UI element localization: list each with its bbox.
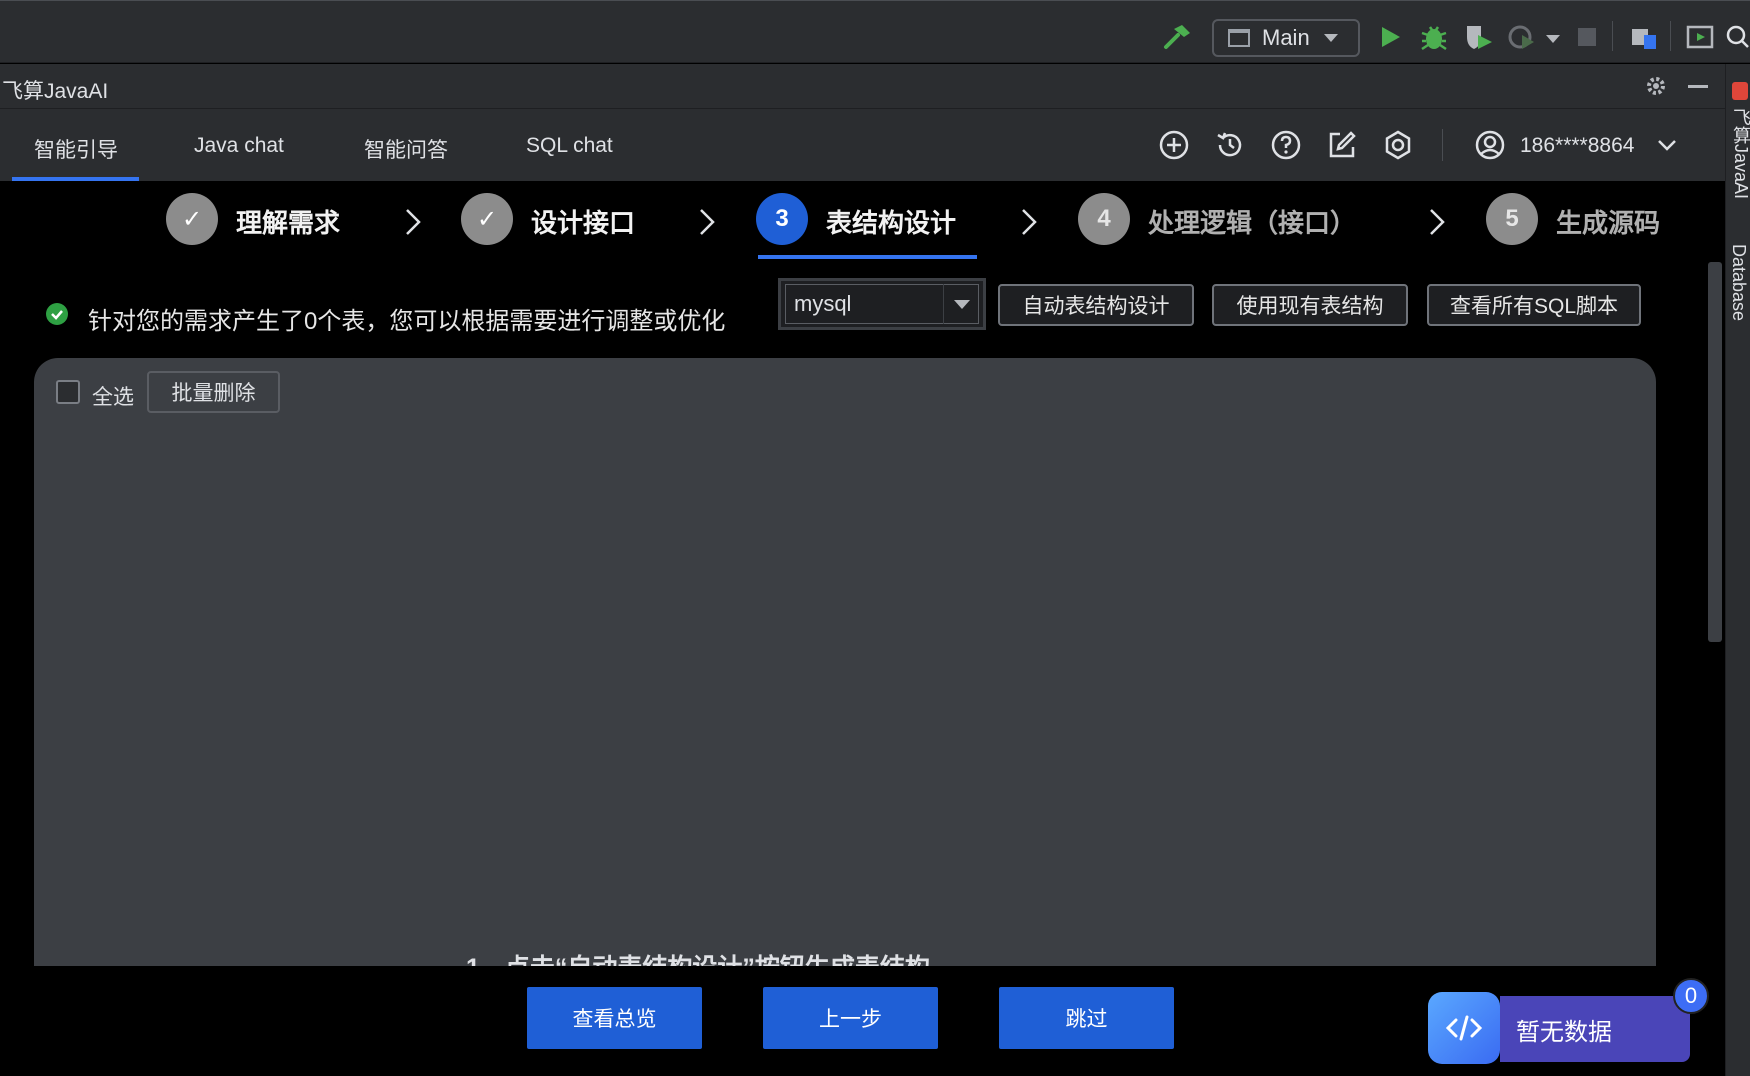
step-2-label[interactable]: 设计接口 xyxy=(531,203,635,240)
stop-icon[interactable] xyxy=(1578,28,1596,46)
info-row: 针对您的需求产生了0个表，您可以根据需要进行调整或优化 mysql 自动表结构设… xyxy=(0,275,1710,335)
step-3-number: 3 xyxy=(756,193,808,245)
plugin-logo-icon xyxy=(1732,82,1748,100)
right-tool-stripe: 飞算JavaAI Database xyxy=(1725,64,1750,1076)
history-icon[interactable] xyxy=(1214,129,1246,161)
step-1-label[interactable]: 理解需求 xyxy=(236,203,340,240)
step-4-label[interactable]: 处理逻辑（接口） xyxy=(1148,203,1356,240)
build-hammer-icon[interactable] xyxy=(1162,23,1194,51)
step-2-check-icon: ✓ xyxy=(461,193,513,245)
plugin-title-bar: 飞算JavaAI xyxy=(0,64,1725,109)
nav-divider xyxy=(1442,129,1443,161)
use-existing-button[interactable]: 使用现有表结构 xyxy=(1212,284,1408,326)
select-all-checkbox[interactable] xyxy=(56,380,80,404)
plugin-title: 飞算JavaAI xyxy=(2,80,109,103)
active-step-indicator xyxy=(758,255,977,259)
step-5-label[interactable]: 生成源码 xyxy=(1556,203,1660,240)
search-icon[interactable] xyxy=(1724,23,1750,51)
user-phone[interactable]: 186****8864 xyxy=(1520,134,1634,158)
help-icon[interactable] xyxy=(1270,129,1302,161)
view-sql-button[interactable]: 查看所有SQL脚本 xyxy=(1427,284,1641,326)
view-overview-button[interactable]: 查看总览 xyxy=(527,987,702,1049)
chevron-right-icon xyxy=(700,209,715,235)
user-avatar-icon[interactable] xyxy=(1474,129,1506,161)
vertical-scrollbar[interactable] xyxy=(1708,262,1722,642)
auto-design-button[interactable]: 自动表结构设计 xyxy=(998,284,1194,326)
tab-smart-guide[interactable]: 智能引导 xyxy=(34,134,118,164)
hint-text: 1、点击“自动表结构设计”按钮生成表结构 xyxy=(466,948,930,966)
chevron-down-icon[interactable] xyxy=(1546,35,1560,43)
nav-bar: 智能引导 Java chat 智能问答 SQL chat 186****8864 xyxy=(0,109,1725,181)
tab-smart-qa[interactable]: 智能问答 xyxy=(364,134,448,164)
chevron-down-icon[interactable] xyxy=(1656,129,1678,161)
add-circle-icon[interactable] xyxy=(1158,129,1190,161)
presentation-mode-icon[interactable] xyxy=(1686,23,1714,51)
settings-hexagon-icon[interactable] xyxy=(1382,129,1414,161)
coverage-shield-icon[interactable] xyxy=(1464,23,1494,51)
minimize-icon[interactable] xyxy=(1688,85,1708,88)
stripe-item-plugin[interactable]: 飞算JavaAI xyxy=(1728,108,1750,199)
project-structure-icon[interactable] xyxy=(1630,23,1658,51)
run-config-label: Main xyxy=(1262,25,1310,50)
step-5-number: 5 xyxy=(1486,193,1538,245)
wizard-steps: ✓ 理解需求 ✓ 设计接口 3 表结构设计 4 处理逻辑（接口） 5 生成源码 xyxy=(0,181,1710,261)
previous-step-button[interactable]: 上一步 xyxy=(763,987,938,1049)
chevron-right-icon xyxy=(1022,209,1037,235)
tab-sql-chat[interactable]: SQL chat xyxy=(526,134,613,158)
code-icon[interactable] xyxy=(1428,992,1500,1064)
run-config-selector[interactable]: Main xyxy=(1212,19,1360,57)
debug-bug-icon[interactable] xyxy=(1420,23,1448,51)
chevron-right-icon xyxy=(406,209,421,235)
success-check-icon xyxy=(46,303,68,325)
step-3-label[interactable]: 表结构设计 xyxy=(826,203,956,240)
select-all-label: 全选 xyxy=(92,386,134,409)
batch-delete-button[interactable]: 批量删除 xyxy=(147,371,280,413)
ide-toolbar: Main xyxy=(0,0,1750,63)
step-4-number: 4 xyxy=(1078,193,1130,245)
chevron-down-icon xyxy=(943,284,979,324)
info-message: 针对您的需求产生了0个表，您可以根据需要进行调整或优化 xyxy=(88,308,726,335)
gear-icon[interactable] xyxy=(1644,74,1668,98)
db-type-select[interactable]: mysql xyxy=(778,278,986,330)
chevron-down-icon xyxy=(1323,34,1338,42)
toolbar-divider xyxy=(1670,21,1671,51)
toolbar-divider xyxy=(1612,21,1613,51)
window-icon xyxy=(1228,29,1250,47)
stripe-item-database[interactable]: Database xyxy=(1728,244,1749,321)
footer-bar: 查看总览 上一步 跳过 暂无数据 xyxy=(0,966,1725,1076)
skip-button[interactable]: 跳过 xyxy=(999,987,1174,1049)
profiler-icon[interactable] xyxy=(1508,23,1536,51)
floating-widget[interactable]: 暂无数据 xyxy=(1428,992,1690,1064)
notification-badge: 0 xyxy=(1673,978,1709,1014)
chevron-right-icon xyxy=(1430,209,1445,235)
edit-icon[interactable] xyxy=(1326,129,1358,161)
step-1-check-icon: ✓ xyxy=(166,193,218,245)
table-list-panel: 全选 批量删除 1、点击“自动表结构设计”按钮生成表结构 xyxy=(34,358,1656,966)
tab-java-chat[interactable]: Java chat xyxy=(194,134,284,158)
run-icon[interactable] xyxy=(1378,23,1402,51)
empty-data-label: 暂无数据 xyxy=(1500,996,1690,1062)
